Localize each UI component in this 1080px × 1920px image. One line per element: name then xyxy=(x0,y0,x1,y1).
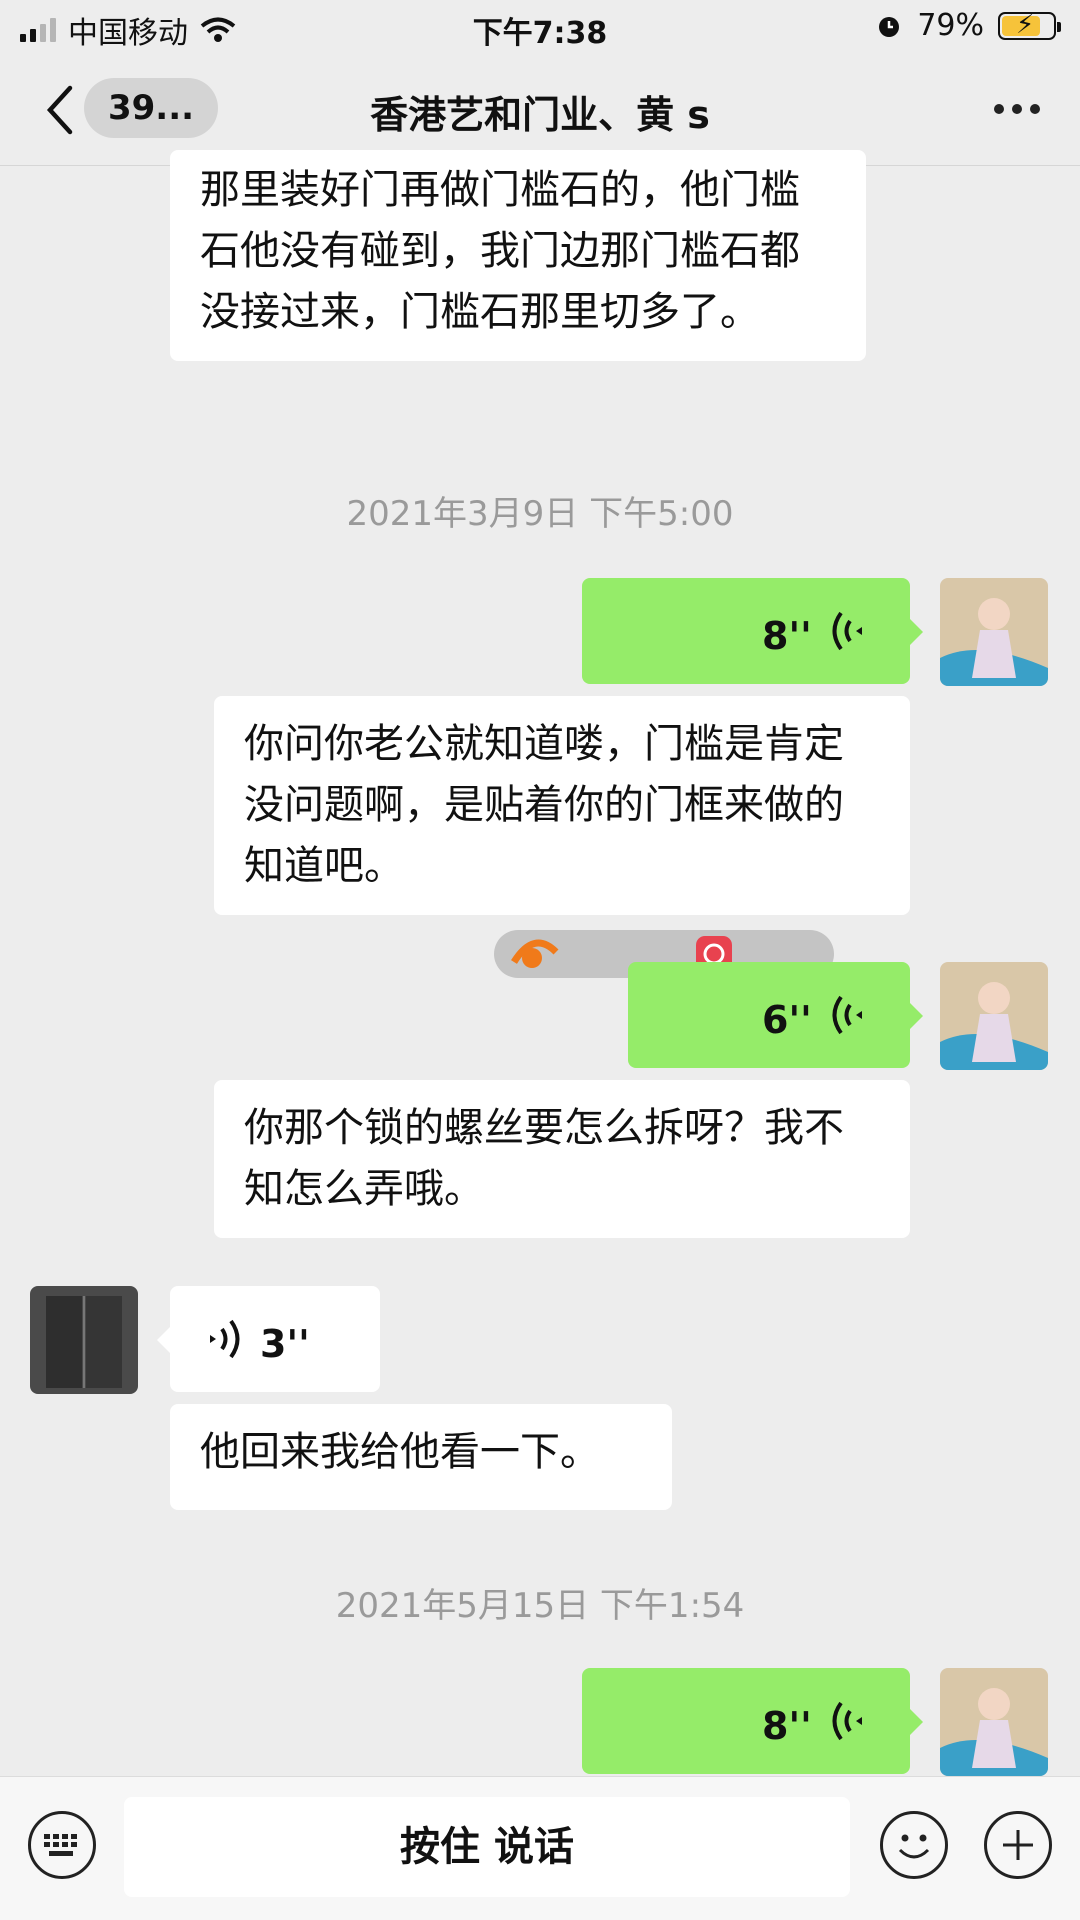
input-bar: 按住 说话 xyxy=(0,1776,1080,1920)
voice-duration: 8'' xyxy=(762,1704,812,1748)
alarm-icon xyxy=(879,16,900,37)
voice-message-received[interactable]: 3'' xyxy=(157,1286,380,1392)
plus-icon[interactable] xyxy=(984,1811,1052,1879)
voice-wave-icon xyxy=(832,995,862,1035)
timestamp: 2021年3月9日 下午5:00 xyxy=(346,494,734,534)
sun-logo-icon xyxy=(511,939,559,968)
voice-duration: 8'' xyxy=(762,614,812,658)
voice-message-sent[interactable]: 8'' xyxy=(582,578,923,684)
status-bar: 中国移动 下午7:38 79% ⚡ xyxy=(0,0,1080,54)
my-avatar[interactable] xyxy=(940,962,1048,1070)
voice-message-sent[interactable]: 6'' xyxy=(628,962,923,1068)
chat-title: 香港艺和门业、黄 s xyxy=(370,93,710,137)
message-text: 他回来我给他看一下。 xyxy=(200,1429,600,1475)
message-text: 你问你老公就知道喽，门槛是肯定没问题啊，是贴着你的门框来做的知道吧。 xyxy=(244,721,844,889)
my-avatar[interactable] xyxy=(940,1668,1048,1776)
message-text: 你那个锁的螺丝要怎么拆呀？我不知怎么弄哦。 xyxy=(244,1105,844,1212)
message-bubble-received[interactable]: 他回来我给他看一下。 xyxy=(170,1404,672,1510)
voice-message-sent[interactable]: 8'' xyxy=(582,1668,923,1774)
keyboard-icon[interactable] xyxy=(28,1811,96,1879)
voice-duration: 6'' xyxy=(762,998,812,1042)
voice-wave-icon xyxy=(832,611,862,651)
message-text: 那里装好门再做门槛石的，他门槛石他没有碰到，我门边那门槛石都没接过来，门槛石那里… xyxy=(200,167,800,335)
battery-icon: ⚡ xyxy=(998,10,1061,40)
voice-wave-icon xyxy=(210,1319,240,1359)
message-bubble-received[interactable]: 那里装好门再做门槛石的，他门槛石他没有碰到，我门边那门槛石都没接过来，门槛石那里… xyxy=(170,150,866,361)
status-right: 79% ⚡ xyxy=(875,8,1061,43)
emoji-icon[interactable] xyxy=(880,1811,948,1879)
timestamp: 2021年5月15日 下午1:54 xyxy=(335,1586,745,1626)
hold-to-talk-button[interactable]: 按住 说话 xyxy=(124,1797,850,1897)
message-bubble[interactable]: 你那个锁的螺丝要怎么拆呀？我不知怎么弄哦。 xyxy=(214,1080,910,1238)
voice-duration: 3'' xyxy=(260,1322,310,1366)
more-options-icon[interactable] xyxy=(994,104,1040,114)
my-avatar[interactable] xyxy=(940,578,1048,686)
contact-avatar[interactable] xyxy=(30,1286,138,1394)
battery-percent: 79% xyxy=(917,8,984,43)
voice-wave-icon xyxy=(832,1701,862,1741)
message-bubble[interactable]: 你问你老公就知道喽，门槛是肯定没问题啊，是贴着你的门框来做的知道吧。 xyxy=(214,696,910,915)
